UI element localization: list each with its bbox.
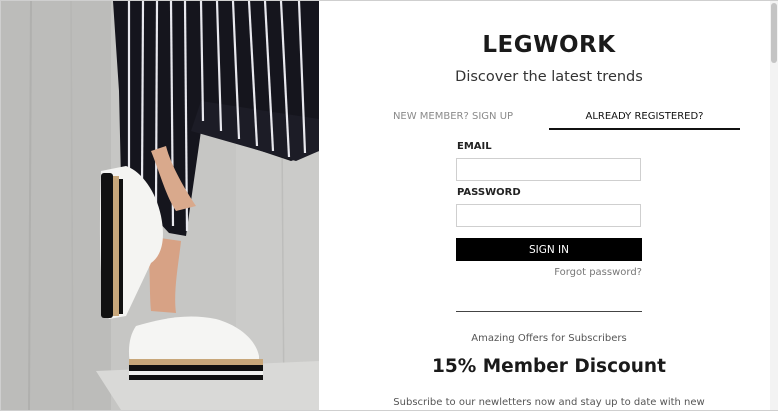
login-page: LEGWORK Discover the latest trends NEW M…: [0, 0, 778, 411]
forgot-password-link[interactable]: Forgot password?: [521, 267, 642, 278]
password-field[interactable]: [456, 204, 641, 227]
email-field[interactable]: [456, 158, 641, 181]
promo-body: Subscribe to our newletters now and stay…: [393, 397, 705, 408]
brand-tagline: Discover the latest trends: [455, 69, 643, 85]
tab-sign-up[interactable]: NEW MEMBER? SIGN UP: [379, 109, 527, 128]
promo-intro: Amazing Offers for Subscribers: [471, 333, 627, 344]
scrollbar-thumb[interactable]: [771, 3, 777, 63]
divider: [456, 311, 642, 312]
promo-headline: 15% Member Discount: [432, 356, 666, 377]
hero-photo: [1, 1, 319, 410]
auth-panel: LEGWORK Discover the latest trends NEW M…: [321, 1, 769, 410]
sign-in-button[interactable]: SIGN IN: [456, 238, 642, 261]
password-label: PASSWORD: [457, 187, 521, 198]
hero-photo-illustration: [1, 1, 319, 410]
brand-title: LEGWORK: [482, 32, 616, 58]
email-label: EMAIL: [457, 141, 492, 152]
scrollbar[interactable]: [770, 1, 778, 410]
tab-already-registered[interactable]: ALREADY REGISTERED?: [549, 109, 740, 130]
